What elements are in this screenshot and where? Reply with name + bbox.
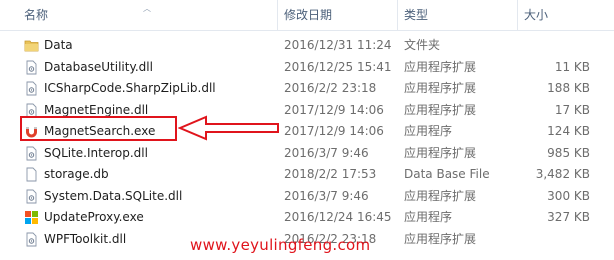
- file-name: Data: [44, 38, 73, 52]
- file-date: 2018/2/2 17:53: [284, 167, 377, 181]
- dll-file-icon: [24, 232, 39, 247]
- file-date: 2017/12/9 14:06: [284, 124, 384, 138]
- file-name: ICSharpCode.SharpZipLib.dll: [44, 81, 216, 95]
- column-header-date[interactable]: 修改日期: [277, 0, 396, 30]
- file-type: 应用程序扩展: [404, 145, 477, 160]
- db-file-icon: [24, 167, 39, 182]
- file-date: 2016/3/7 9:46: [284, 145, 369, 160]
- file-row[interactable]: SQLite.Interop.dll 2016/3/7 9:46 应用程序扩展 985…: [0, 143, 614, 165]
- exe-app-icon: [24, 210, 39, 225]
- file-type: 应用程序扩展: [404, 81, 477, 95]
- pointer-arrow-icon: [178, 115, 279, 141]
- file-name: UpdateProxy.exe: [44, 210, 144, 224]
- dll-file-icon: [24, 60, 39, 75]
- file-row[interactable]: DatabaseUtility.dll 2016/12/25 15:41 应用程序扩…: [0, 57, 614, 79]
- file-size: 300 KB: [547, 188, 590, 203]
- dll-file-icon: [24, 146, 39, 161]
- file-type: 应用程序扩展: [404, 59, 477, 74]
- dll-file-icon: [24, 81, 39, 96]
- file-date: 2017/12/9 14:06: [284, 102, 384, 117]
- file-name: System.Data.SQLite.dll: [44, 188, 183, 203]
- column-header-size[interactable]: 大小: [517, 0, 614, 30]
- file-date: 2016/12/25 15:41: [284, 59, 392, 74]
- file-type: 应用程序扩展: [404, 231, 477, 246]
- file-size: 327 KB: [547, 210, 590, 224]
- file-size: 124 KB: [547, 124, 590, 138]
- file-type: 应用程序: [404, 210, 453, 224]
- file-type: 文件夹: [404, 38, 441, 52]
- column-header-type[interactable]: 类型: [397, 0, 516, 30]
- file-date: 2016/12/31 11:24: [284, 38, 392, 52]
- file-name: storage.db: [44, 167, 109, 181]
- file-size: 3,482 KB: [535, 167, 590, 181]
- file-row[interactable]: System.Data.SQLite.dll 2016/3/7 9:46 应用程序扩…: [0, 186, 614, 208]
- file-name: DatabaseUtility.dll: [44, 59, 153, 74]
- watermark-text: www.yeyulingfeng.com: [190, 236, 371, 254]
- file-type: 应用程序扩展: [404, 102, 477, 117]
- file-name: WPFToolkit.dll: [44, 231, 127, 246]
- file-size: 985 KB: [547, 145, 590, 160]
- file-size: 11 KB: [554, 59, 590, 74]
- file-date: 2016/2/2 23:18: [284, 81, 377, 95]
- file-type: 应用程序扩展: [404, 188, 477, 203]
- file-row[interactable]: Data 2016/12/31 11:24 文件夹: [0, 35, 614, 57]
- file-date: 2016/12/24 16:45: [284, 210, 392, 224]
- file-row[interactable]: ICSharpCode.SharpZipLib.dll 2016/2/2 23:1…: [0, 78, 614, 100]
- file-name: SQLite.Interop.dll: [44, 145, 148, 160]
- file-type: Data Base File: [404, 167, 490, 181]
- column-header-bar: 名称 ︿ 修改日期 类型 大小: [0, 0, 614, 31]
- file-type: 应用程序: [404, 124, 453, 138]
- file-row[interactable]: storage.db 2018/2/2 17:53 Data Base File 3,…: [0, 164, 614, 186]
- file-date: 2016/3/7 9:46: [284, 188, 369, 203]
- highlight-box: [20, 116, 177, 141]
- file-size: 17 KB: [554, 102, 590, 117]
- file-list: Data 2016/12/31 11:24 文件夹 DatabaseUtility.d…: [0, 35, 614, 250]
- file-size: 188 KB: [547, 81, 590, 95]
- sort-up-icon: ︿: [143, 4, 151, 13]
- file-row[interactable]: UpdateProxy.exe 2016/12/24 16:45 应用程序 327 K…: [0, 207, 614, 229]
- dll-file-icon: [24, 189, 39, 204]
- folder-icon: [24, 38, 39, 53]
